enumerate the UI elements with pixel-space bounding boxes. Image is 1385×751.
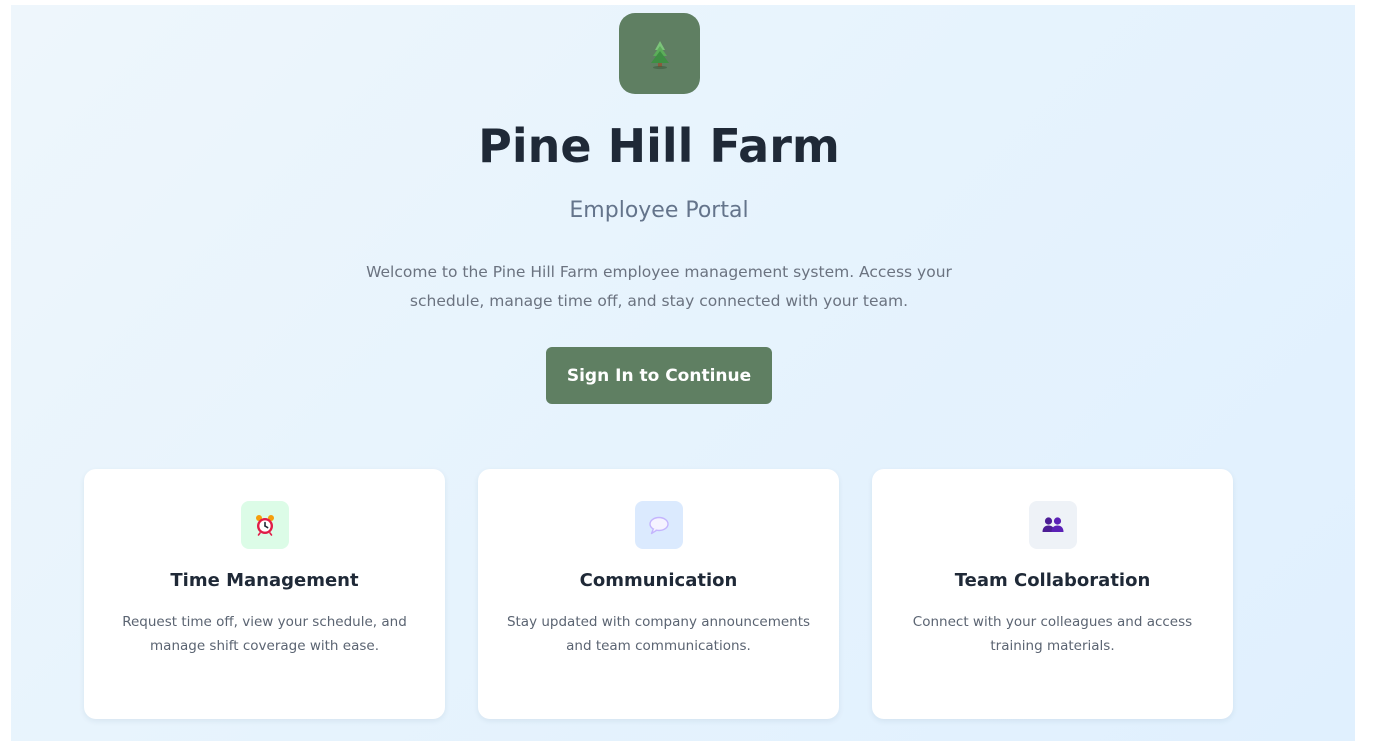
logo-tile <box>619 13 700 94</box>
feature-card-team-collaboration: Team Collaboration Connect with your col… <box>872 469 1233 719</box>
page-title: Pine Hill Farm <box>478 119 840 173</box>
feature-icon-tile <box>241 501 289 549</box>
alarm-clock-icon <box>256 515 274 536</box>
feature-description: Request time off, view your schedule, an… <box>122 614 407 654</box>
feature-title: Communication <box>579 570 738 591</box>
feature-card-communication: Communication Stay updated with company … <box>478 469 839 719</box>
sign-in-button[interactable]: Sign In to Continue <box>546 347 772 404</box>
feature-title: Team Collaboration <box>954 570 1151 591</box>
landing-page: Pine Hill Farm Employee Portal Welcome t… <box>11 5 1355 741</box>
feature-icon-tile <box>1029 501 1077 549</box>
welcome-text: Welcome to the Pine Hill Farm employee m… <box>366 263 952 310</box>
feature-description: Connect with your colleagues and access … <box>912 614 1193 654</box>
people-icon <box>1042 517 1064 532</box>
page-subtitle: Employee Portal <box>569 198 749 223</box>
speech-bubble-icon <box>649 516 669 535</box>
pine-tree-icon <box>650 40 669 69</box>
feature-icon-tile <box>635 501 683 549</box>
feature-title: Time Management <box>170 570 359 591</box>
feature-description: Stay updated with company announcements … <box>506 614 811 654</box>
feature-card-time-management: Time Management Request time off, view y… <box>84 469 445 719</box>
